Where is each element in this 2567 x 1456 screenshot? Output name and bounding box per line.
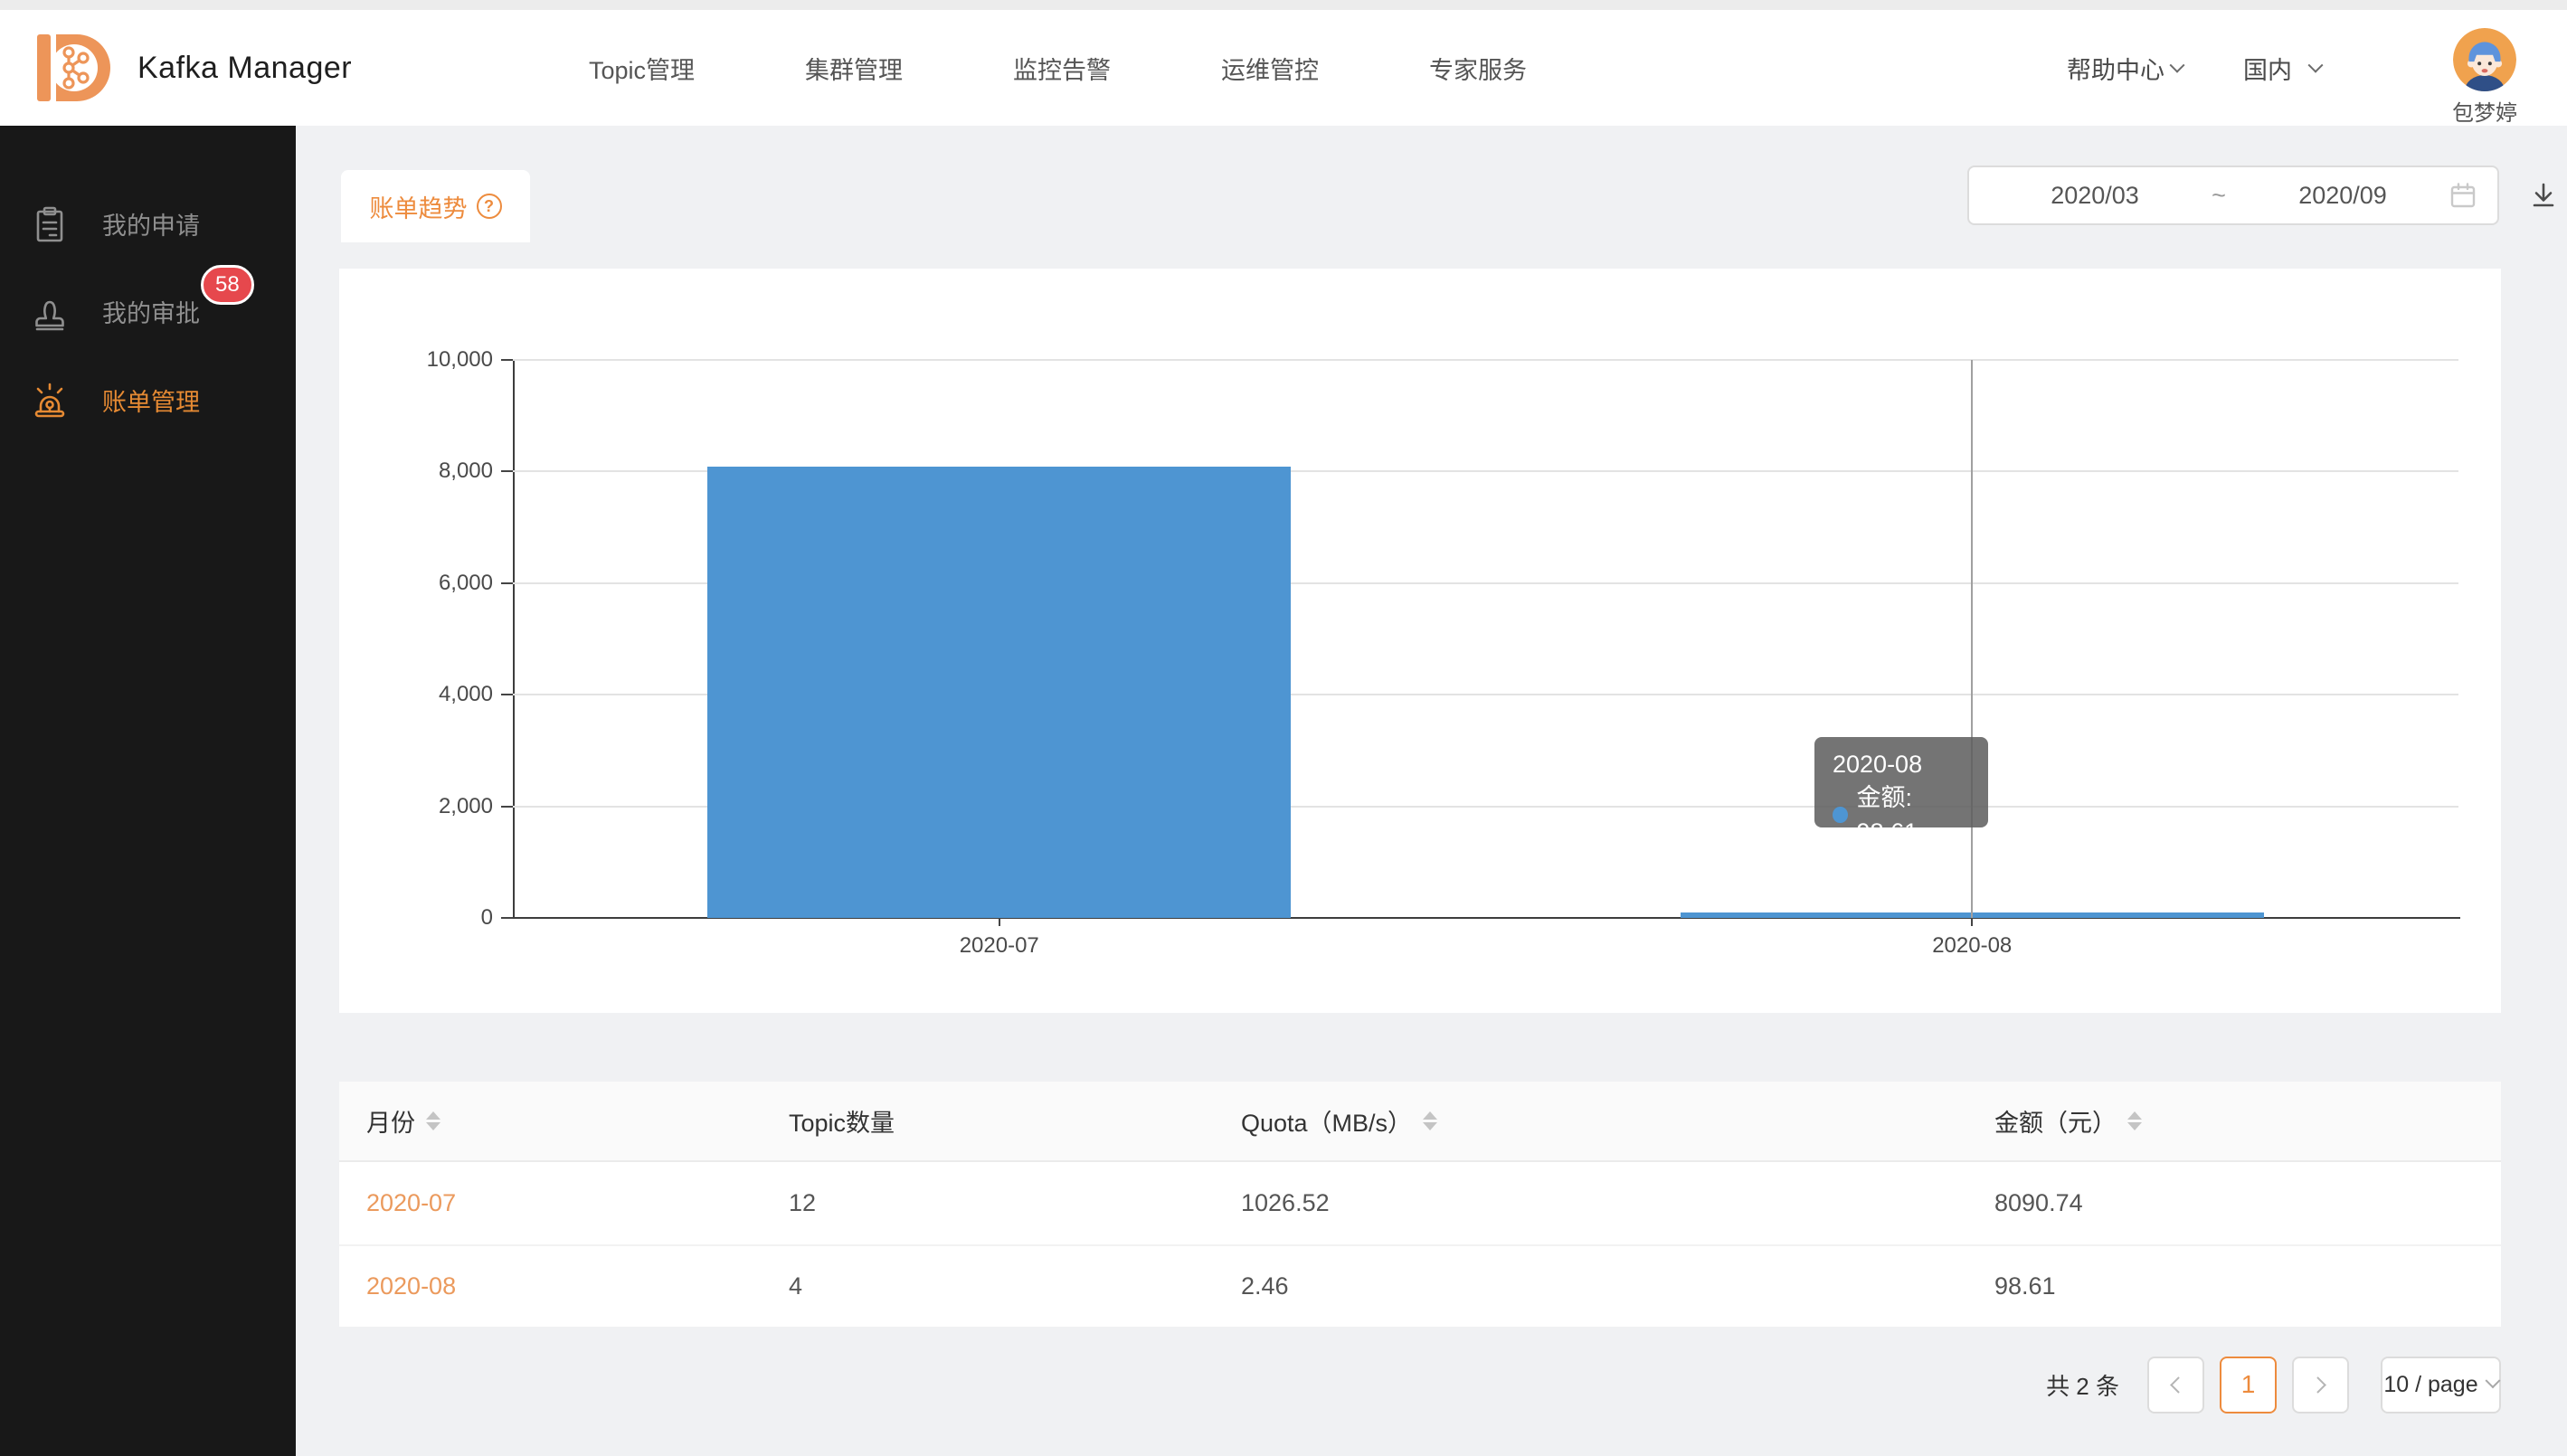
x-tick-label: 2020-08 — [1881, 932, 2062, 960]
sort-icon — [426, 1111, 440, 1130]
x-tick-mark — [999, 918, 1000, 926]
billing-table: 月份 Topic数量 Quota（MB/s） 金额（元） 2020-07 12 … — [339, 1082, 2501, 1327]
avatar-image — [2453, 28, 2516, 91]
series-dot-icon — [1833, 807, 1848, 823]
sidebar-item-billing[interactable]: 账单管理 — [0, 356, 296, 444]
user-avatar[interactable] — [2453, 28, 2516, 91]
pagination: 共 2 条 1 10 / page — [339, 1356, 2501, 1413]
date-range-picker[interactable]: 2020/03 ~ 2020/09 — [1967, 165, 2499, 225]
siren-icon — [30, 381, 70, 421]
kafka-manager-logo[interactable] — [20, 20, 116, 116]
y-tick-mark — [501, 694, 513, 695]
page-1-button[interactable]: 1 — [2220, 1357, 2277, 1413]
column-header-month[interactable]: 月份 — [366, 1082, 440, 1160]
date-start-value[interactable]: 2020/03 — [1989, 182, 2201, 210]
chevron-down-icon — [2170, 58, 2185, 73]
column-header-quota[interactable]: Quota（MB/s） — [1241, 1082, 1437, 1160]
table-row: 2020-07 12 1026.52 8090.74 — [339, 1162, 2501, 1244]
x-tick-mark — [1971, 918, 1973, 926]
app-title: Kafka Manager — [137, 10, 352, 126]
next-page-button[interactable] — [2292, 1357, 2349, 1413]
y-axis-line — [513, 360, 515, 918]
y-tick-mark — [501, 806, 513, 808]
y-tick-label: 6,000 — [386, 570, 493, 597]
date-separator: ~ — [2201, 182, 2237, 210]
sidebar-item-label: 我的审批 — [102, 294, 200, 329]
gridline — [513, 359, 2458, 361]
nav-item-topic[interactable]: Topic管理 — [589, 51, 695, 86]
nav-item-ops[interactable]: 运维管控 — [1221, 51, 1319, 86]
app-root: Kafka Manager Topic管理 集群管理 监控告警 运维管控 专家服… — [0, 0, 2567, 1456]
crosshair-line — [1971, 360, 1973, 918]
tooltip-title: 2020-08 — [1833, 748, 1970, 780]
amount-value: 8090.74 — [1994, 1162, 2083, 1244]
topics-value: 12 — [789, 1162, 816, 1244]
sidebar-item-label: 我的申请 — [102, 206, 200, 241]
topics-value: 4 — [789, 1246, 802, 1327]
top-strip — [0, 0, 2567, 10]
page-size-select[interactable]: 10 / page — [2381, 1357, 2501, 1413]
clipboard-icon — [30, 204, 70, 244]
bar[interactable] — [707, 467, 1291, 918]
prev-page-button[interactable] — [2147, 1357, 2204, 1413]
download-icon — [2526, 178, 2561, 213]
billing-trend-chart-panel: 2020-08 金额: 98.61 0 2,000 4,000 6,000 8,000 1… — [339, 269, 2501, 1013]
y-tick-label: 4,000 — [386, 681, 493, 708]
y-tick-mark — [501, 582, 513, 584]
nav-item-cluster[interactable]: 集群管理 — [805, 51, 903, 86]
month-link[interactable]: 2020-07 — [366, 1189, 456, 1217]
y-tick-label: 2,000 — [386, 793, 493, 820]
stamp-icon — [30, 292, 70, 332]
table-header-row: 月份 Topic数量 Quota（MB/s） 金额（元） — [339, 1082, 2501, 1162]
nav-item-monitor[interactable]: 监控告警 — [1013, 51, 1111, 86]
tooltip-value: 金额: 98.61 — [1857, 780, 1970, 849]
header: Kafka Manager Topic管理 集群管理 监控告警 运维管控 专家服… — [0, 10, 2567, 126]
calendar-icon — [2449, 181, 2477, 210]
y-tick-mark — [501, 917, 513, 919]
sort-icon — [1423, 1111, 1437, 1130]
table-row: 2020-08 4 2.46 98.61 — [339, 1244, 2501, 1327]
chart-tooltip: 2020-08 金额: 98.61 — [1814, 737, 1988, 827]
username: 包梦婷 — [2437, 95, 2533, 127]
column-header-amount[interactable]: 金额（元） — [1994, 1082, 2142, 1160]
chevron-down-icon — [2485, 1373, 2500, 1388]
help-center-menu[interactable]: 帮助中心 — [2067, 10, 2183, 126]
help-question-icon[interactable]: ? — [477, 194, 502, 219]
amount-value: 98.61 — [1994, 1246, 2056, 1327]
chevron-left-icon — [2170, 1376, 2186, 1393]
y-tick-label: 8,000 — [386, 458, 493, 485]
approvals-count-badge: 58 — [201, 265, 254, 305]
date-end-value[interactable]: 2020/09 — [2237, 182, 2449, 210]
sidebar: 我的申请 我的审批 58 账单管理 — [0, 126, 296, 1456]
top-nav: Topic管理 集群管理 监控告警 运维管控 专家服务 — [589, 10, 1527, 126]
x-tick-label: 2020-07 — [909, 932, 1090, 960]
month-link[interactable]: 2020-08 — [366, 1272, 456, 1300]
chart-plot: 2020-08 金额: 98.61 02,0004,0006,0008,0001… — [513, 360, 2458, 918]
y-tick-mark — [501, 470, 513, 472]
sidebar-item-my-applications[interactable]: 我的申请 — [0, 180, 296, 268]
sidebar-item-label: 账单管理 — [102, 383, 200, 418]
region-selector[interactable]: 国内 — [2243, 10, 2321, 126]
y-tick-label: 10,000 — [386, 346, 493, 373]
nav-item-expert[interactable]: 专家服务 — [1429, 51, 1527, 86]
quota-value: 2.46 — [1241, 1246, 1289, 1327]
download-button[interactable] — [2526, 178, 2561, 213]
sort-icon — [2127, 1111, 2142, 1130]
tab-billing-trend[interactable]: 账单趋势 ? — [341, 170, 530, 242]
chevron-down-icon — [2308, 58, 2324, 73]
quota-value: 1026.52 — [1241, 1162, 1330, 1244]
chevron-right-icon — [2309, 1376, 2325, 1393]
y-tick-mark — [501, 359, 513, 361]
logo-icon — [20, 20, 116, 116]
total-count: 共 2 条 — [2046, 1368, 2119, 1402]
y-tick-label: 0 — [386, 904, 493, 931]
column-header-topics: Topic数量 — [789, 1082, 895, 1160]
